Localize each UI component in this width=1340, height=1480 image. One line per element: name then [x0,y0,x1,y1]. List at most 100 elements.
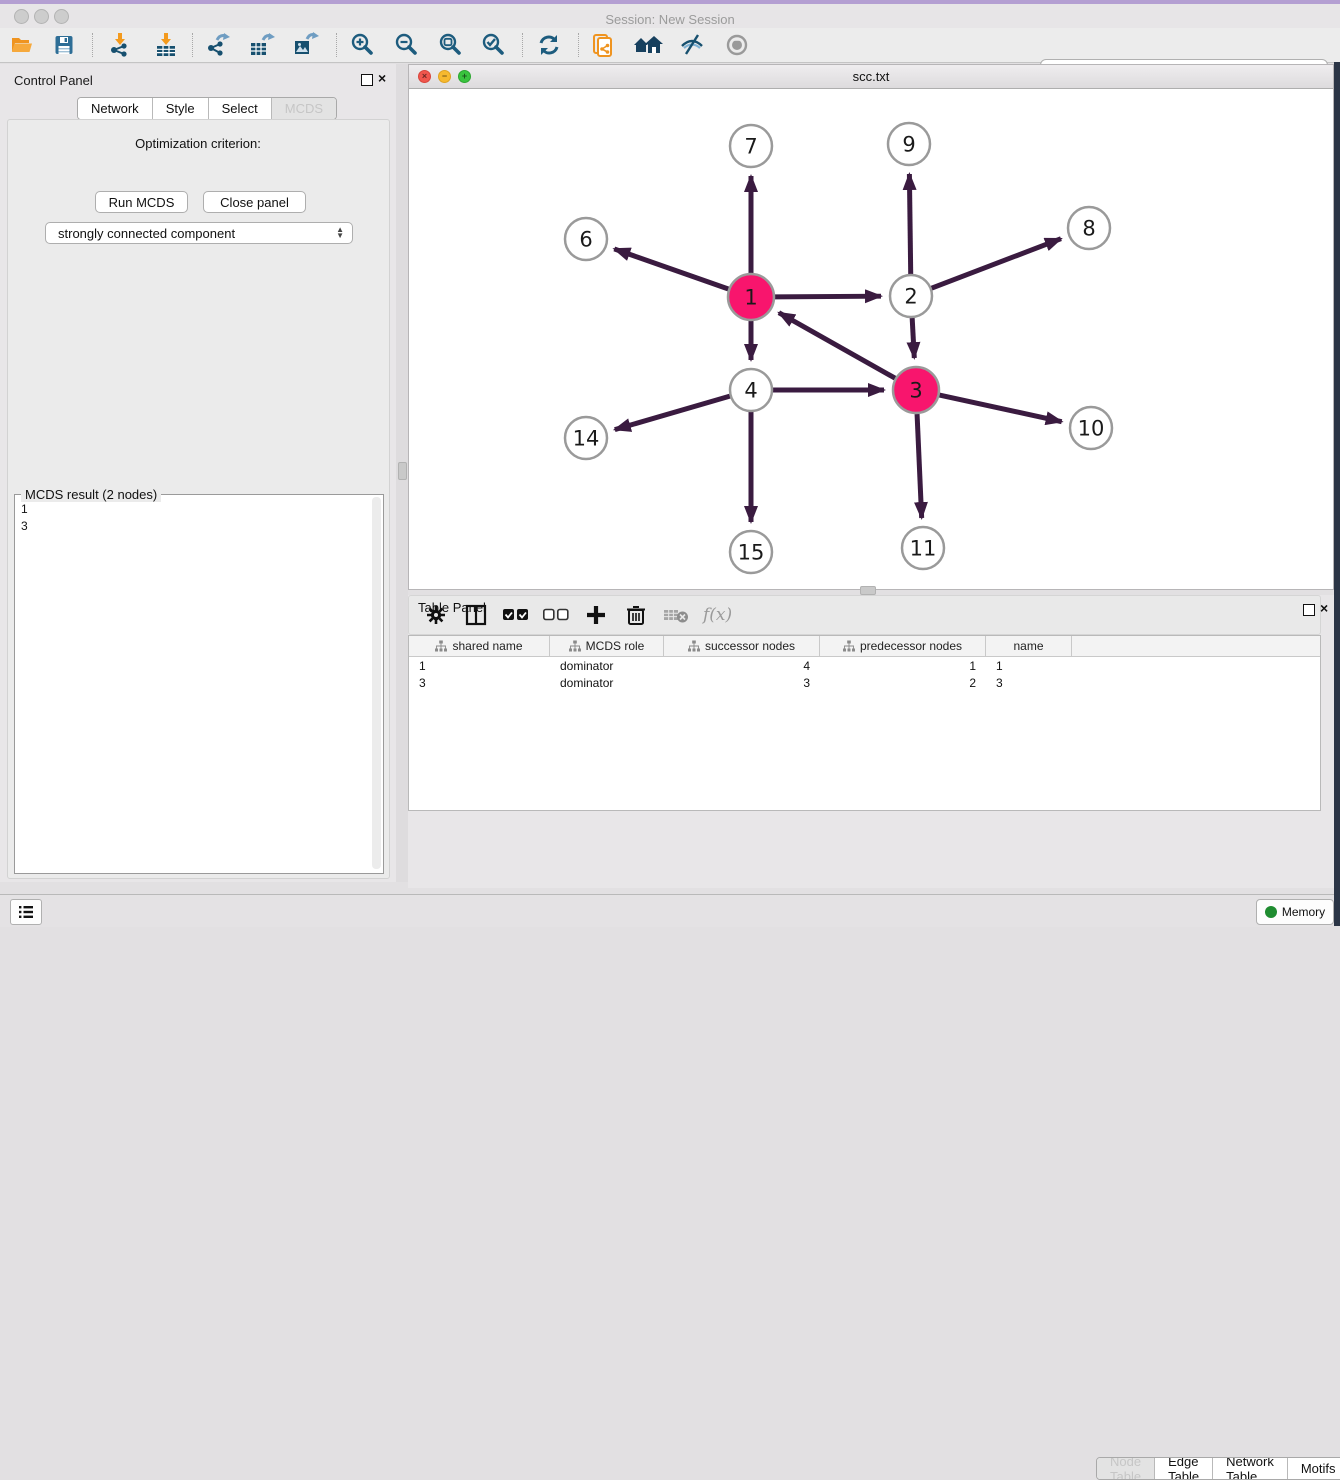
node-table: shared name MCDS role successor nodes prede… [408,635,1321,811]
table-toolbar: f(x) [408,595,1321,635]
edge-4-14[interactable] [615,396,730,429]
edge-2-9[interactable] [909,174,910,274]
window-title: Session: New Session [0,12,1340,27]
refresh-icon[interactable] [532,32,566,58]
zoom-selected-icon[interactable] [476,32,510,58]
criterion-dropdown[interactable]: strongly connected component ▲▼ [45,222,353,244]
tab-node-table[interactable]: Node Table [1097,1458,1155,1479]
table-cell: dominator [550,676,664,690]
horizontal-splitter-handle[interactable] [860,586,876,595]
tab-network-table[interactable]: Network Table [1213,1458,1288,1479]
desktop-wallpaper-edge [1334,62,1340,926]
zoom-out-icon[interactable] [389,32,423,58]
toolbar-separator [192,33,194,57]
mcds-result-group: MCDS result (2 nodes) 13 [14,494,384,874]
criterion-dropdown-value: strongly connected component [58,226,235,241]
edge-3-10[interactable] [939,395,1061,422]
run-mcds-button[interactable]: Run MCDS [95,191,188,213]
clone-network-icon[interactable] [587,32,621,58]
node-label-10: 10 [1078,416,1105,440]
network-window-titlebar: × − + scc.txt [409,65,1333,89]
zoom-fit-icon[interactable] [433,32,467,58]
network-canvas[interactable]: 7968124314101511 [409,88,1333,589]
import-table-icon[interactable] [149,32,183,58]
select-all-rows-icon[interactable] [503,602,529,628]
table-cell: 3 [409,676,550,690]
task-history-button[interactable] [10,899,42,925]
save-session-icon[interactable] [47,32,81,58]
mcds-result-title: MCDS result (2 nodes) [21,487,161,502]
delete-table-icon[interactable] [663,602,689,628]
result-scrollbar[interactable] [372,497,381,869]
node-label-6: 6 [579,227,592,251]
network-view-window: × − + scc.txt 7968124314101511 [408,64,1334,590]
column-header-label: name [1013,639,1043,653]
import-network-icon[interactable] [103,32,137,58]
table-cell: 3 [986,676,1072,690]
hide-selected-icon[interactable] [675,32,709,58]
export-network-icon[interactable] [201,32,235,58]
table-tabs: Node TableEdge TableNetwork TableMotifs [1096,1457,1340,1479]
node-label-11: 11 [910,536,937,560]
delete-column-icon[interactable] [623,602,649,628]
column-header-label: MCDS role [586,639,645,653]
tab-select[interactable]: Select [209,98,272,119]
control-panel-float-button[interactable] [361,74,373,86]
tab-edge-table[interactable]: Edge Table [1155,1458,1213,1479]
table-row[interactable]: 3dominator323 [409,674,1320,691]
table-body: 1dominator4113dominator323 [409,657,1320,691]
toolbar-separator [336,33,338,57]
table-cell: 3 [664,676,820,690]
column-header-label: successor nodes [705,639,795,653]
mcds-result-item: 1 [21,501,28,518]
deselect-all-rows-icon[interactable] [543,602,569,628]
tab-network[interactable]: Network [78,98,153,119]
edge-1-6[interactable] [614,249,728,289]
table-panel-close-button[interactable]: × [1320,600,1328,616]
export-image-icon[interactable] [289,32,323,58]
column-header-MCDS-role[interactable]: MCDS role [550,636,664,656]
edge-2-3[interactable] [912,318,914,358]
table-cell: 1 [409,659,550,673]
column-header-name[interactable]: name [986,636,1072,656]
toolbar-separator [92,33,94,57]
column-header-shared-name[interactable]: shared name [409,636,550,656]
column-header-successor-nodes[interactable]: successor nodes [664,636,820,656]
control-panel-title: Control Panel [14,73,93,88]
optimization-criterion-label: Optimization criterion: [0,136,396,151]
main-toolbar [0,28,1340,63]
app-titlebar: Session: New Session [0,4,1340,29]
column-header-predecessor-nodes[interactable]: predecessor nodes [820,636,986,656]
control-panel-close-button[interactable]: × [378,70,386,86]
memory-status-icon [1265,906,1277,918]
node-label-15: 15 [738,540,765,564]
export-table-icon[interactable] [245,32,279,58]
table-row[interactable]: 1dominator411 [409,657,1320,674]
chevron-up-down-icon: ▲▼ [336,227,344,239]
edge-3-1[interactable] [779,313,895,379]
flow-hierarchy-icon [435,640,447,652]
home-layout-icon[interactable] [631,32,665,58]
tab-mcds[interactable]: MCDS [272,98,336,119]
toolbar-separator [578,33,580,57]
show-all-icon[interactable] [720,32,754,58]
close-panel-button[interactable]: Close panel [203,191,306,213]
add-column-icon[interactable] [583,602,609,628]
control-panel-tabs: NetworkStyleSelectMCDS [77,97,337,120]
table-panel-float-button[interactable] [1303,604,1315,616]
vertical-splitter-handle[interactable] [398,462,407,480]
memory-button[interactable]: Memory [1256,899,1334,925]
node-label-4: 4 [744,378,757,402]
tab-motifs[interactable]: Motifs [1288,1458,1340,1479]
edge-1-2[interactable] [775,296,881,297]
apply-function-button[interactable]: f(x) [703,605,732,625]
tab-style[interactable]: Style [153,98,209,119]
status-bar: Memory [0,894,1334,927]
zoom-in-icon[interactable] [345,32,379,58]
table-cell: 2 [820,676,986,690]
flow-hierarchy-icon [688,640,700,652]
edge-3-11[interactable] [917,414,922,518]
edge-2-8[interactable] [932,239,1061,288]
open-session-icon[interactable] [5,32,39,58]
table-cell: 4 [664,659,820,673]
